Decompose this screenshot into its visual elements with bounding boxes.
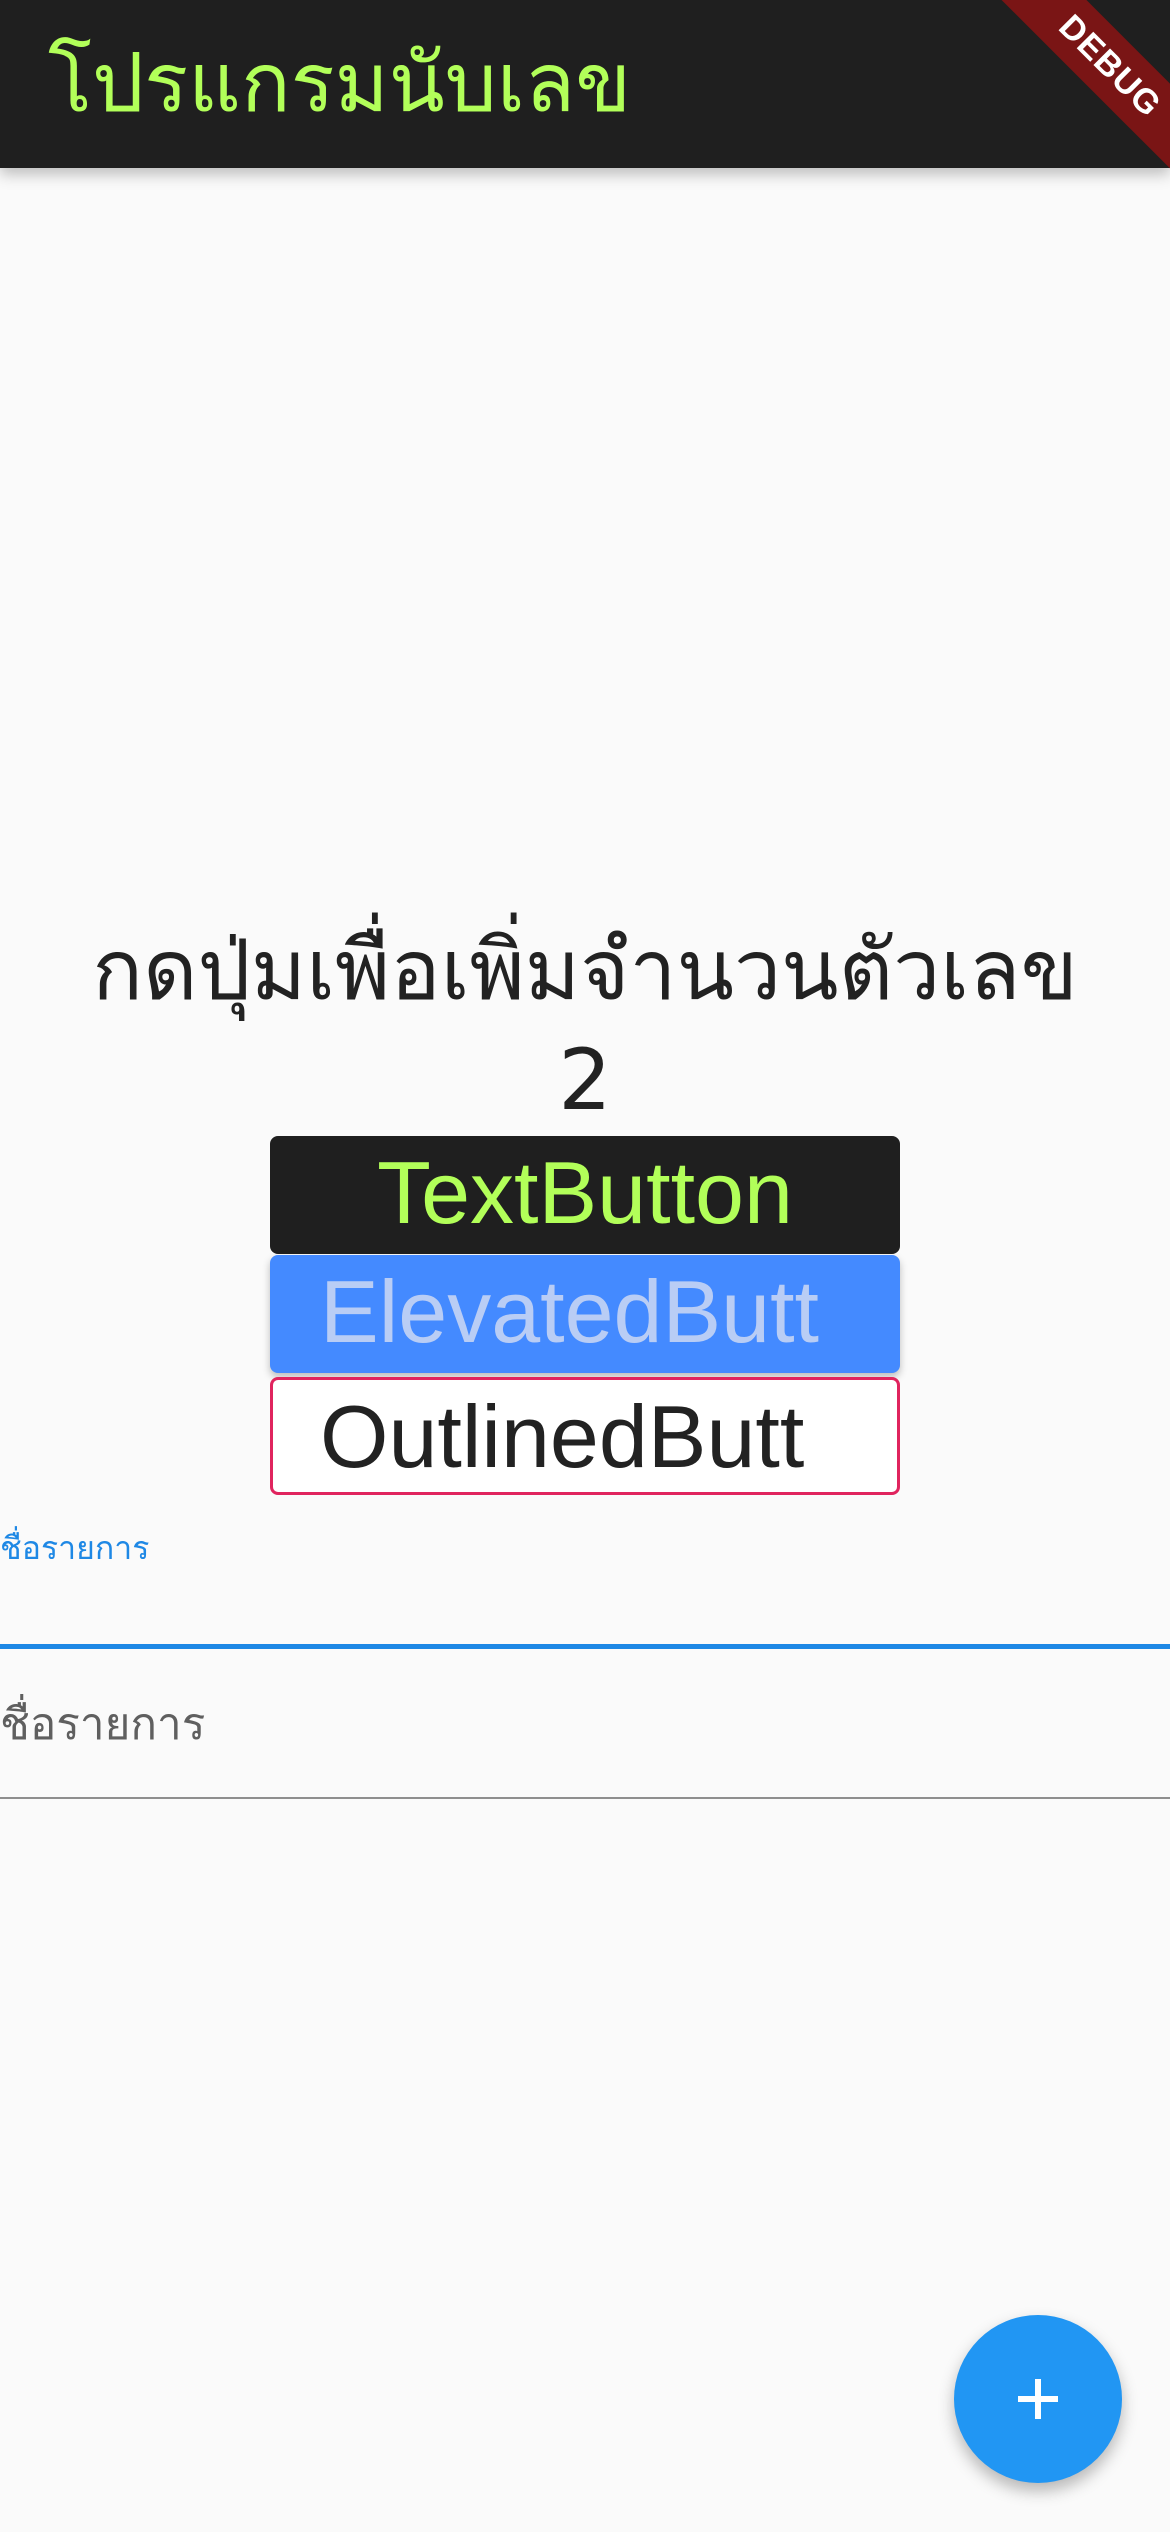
- plus-icon: [1018, 2379, 1058, 2419]
- app-title: โปรแกรมนับเลข: [48, 36, 632, 131]
- item-name-field-label: ชื่อรายการ: [0, 1529, 150, 1567]
- debug-banner: DEBUG: [970, 0, 1170, 200]
- outlined-button[interactable]: OutlinedButt: [270, 1377, 900, 1495]
- item-name-input-underline: [0, 1797, 1170, 1799]
- debug-label: DEBUG: [982, 0, 1170, 194]
- text-button[interactable]: TextButton: [270, 1136, 900, 1254]
- add-fab-button[interactable]: [954, 2315, 1122, 2483]
- elevated-button[interactable]: ElevatedButt: [270, 1255, 900, 1373]
- counter-value: 2: [558, 1031, 612, 1129]
- item-name-field-underline[interactable]: [0, 1644, 1170, 1649]
- prompt-text: กดปุ่มเพื่อเพิ่มจำนวนตัวเลข: [92, 921, 1078, 1019]
- item-name-input-placeholder[interactable]: ชื่อรายการ: [0, 1695, 205, 1755]
